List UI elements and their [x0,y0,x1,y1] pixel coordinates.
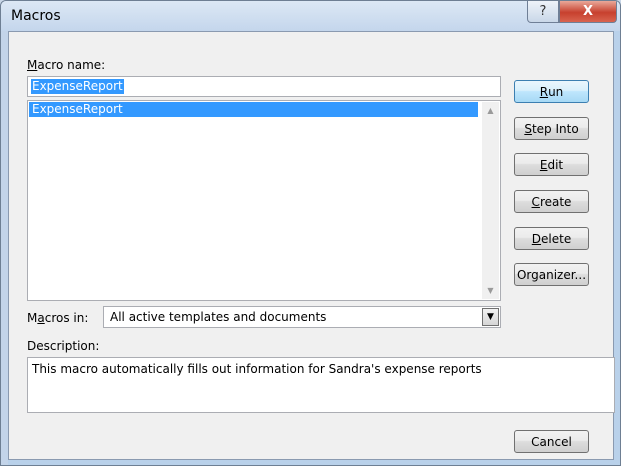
macro-list[interactable]: ExpenseReport ▲ ▼ [27,100,501,301]
dialog-body: Macro name: ExpenseReport ExpenseReport … [8,31,615,460]
macro-name-value: ExpenseReport [31,79,124,94]
macros-in-select[interactable]: All active templates and documents ▼ [103,306,501,328]
window-title: Macros [11,8,61,24]
close-icon: X [582,4,594,19]
help-icon: ? [539,4,547,19]
run-button[interactable]: Run [514,80,589,103]
macros-dialog: Macros ? X Macro name: ExpenseReport Exp… [0,0,621,466]
delete-button[interactable]: Delete [514,227,589,250]
macro-name-input[interactable]: ExpenseReport [27,76,501,97]
macros-in-label: Macros in: [27,311,89,325]
step-into-button[interactable]: Step Into [514,117,589,140]
edit-button[interactable]: Edit [514,153,589,176]
close-button[interactable]: X [559,1,617,23]
help-button[interactable]: ? [527,1,559,23]
window-frame-edge [1,31,8,465]
macros-in-value: All active templates and documents [110,310,327,324]
scroll-up-icon[interactable]: ▲ [482,102,499,119]
list-scrollbar[interactable]: ▲ ▼ [482,102,499,299]
scroll-down-icon[interactable]: ▼ [482,282,499,299]
list-item[interactable]: ExpenseReport [29,102,478,117]
macro-name-label: Macro name: [27,58,106,72]
title-bar[interactable]: Macros ? X [1,1,620,31]
description-label: Description: [27,339,100,353]
organizer-button[interactable]: Organizer... [514,263,589,286]
create-button[interactable]: Create [514,190,589,213]
description-text: This macro automatically fills out infor… [32,362,482,376]
cancel-button[interactable]: Cancel [514,430,589,453]
description-field: This macro automatically fills out infor… [27,357,615,413]
chevron-down-icon[interactable]: ▼ [482,308,499,326]
